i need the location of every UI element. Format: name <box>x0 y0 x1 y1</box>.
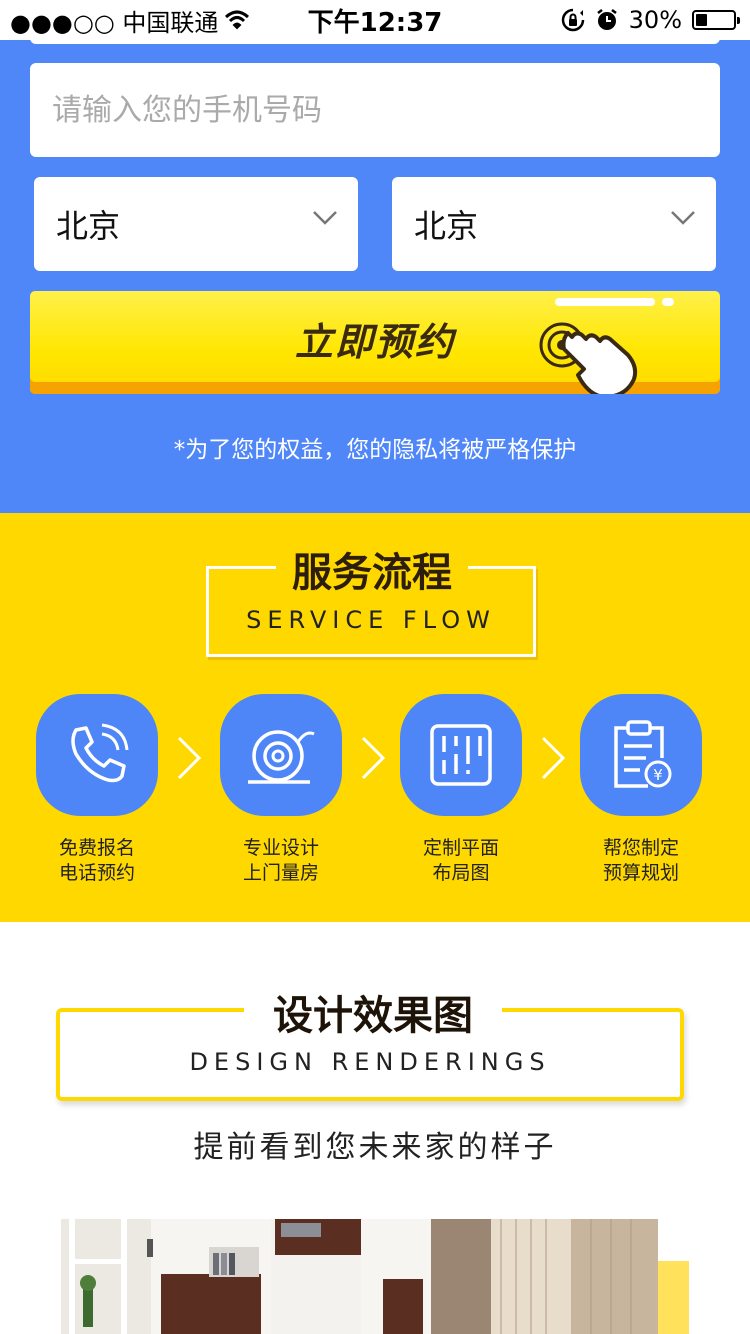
budget-clipboard-icon: ¥ <box>614 720 672 788</box>
privacy-note: *为了您的权益，您的隐私将被严格保护 <box>173 437 577 463</box>
chevron-down-icon <box>671 211 695 225</box>
city-select-value: 北京 <box>414 207 479 245</box>
province-select[interactable]: 北京 <box>34 177 358 271</box>
decorative-block <box>657 1261 689 1334</box>
step-label: 帮您制定 预算规划 <box>602 837 679 884</box>
carrier-label: ●●●○○ 中国联通 <box>10 8 219 37</box>
phone-icon <box>71 723 129 783</box>
step-label: 定制平面 布局图 <box>422 837 499 884</box>
chevron-right-icon <box>177 736 202 780</box>
status-bar: ●●●○○ 中国联通 下午12:37 30% <box>0 0 750 40</box>
button-shine <box>555 298 655 306</box>
chevron-right-icon <box>541 736 566 780</box>
design-renderings-tagline: 提前看到您未来家的样子 <box>193 1130 557 1165</box>
step-phone <box>36 694 158 816</box>
floor-plan-icon <box>430 724 492 786</box>
step-floor-plan <box>400 694 522 816</box>
step-measure <box>220 694 342 816</box>
service-flow-subtitle: SERVICE FLOW <box>246 606 496 634</box>
button-shine <box>662 298 674 306</box>
tap-hand-icon <box>539 322 638 394</box>
alarm-icon <box>596 9 617 30</box>
step-budget: ¥ <box>580 694 702 816</box>
battery-icon <box>692 10 740 30</box>
step-label: 免费报名 电话预约 <box>58 837 135 884</box>
design-renderings-title: 设计效果图 <box>244 986 502 1046</box>
city-select[interactable]: 北京 <box>392 177 716 271</box>
svg-text:¥: ¥ <box>653 766 663 784</box>
book-now-label: 立即预约 <box>294 320 455 364</box>
wifi-icon <box>225 10 250 30</box>
design-renderings-subtitle: DESIGN RENDERINGS <box>189 1048 551 1076</box>
chevron-right-icon <box>361 736 386 780</box>
province-select-value: 北京 <box>56 207 121 245</box>
battery-percent: 30% <box>628 6 682 34</box>
step-label: 专业设计 上门量房 <box>242 837 319 884</box>
tape-measure-icon <box>248 730 315 784</box>
chevron-down-icon <box>313 211 337 225</box>
service-flow-title: 服务流程 <box>276 546 468 600</box>
interior-rendering-image <box>61 1219 658 1334</box>
booking-form-section: 北京 北京 立即预约 *为了您的权益，您的隐私将被严格保护 <box>0 0 750 513</box>
phone-number-input[interactable] <box>30 63 720 157</box>
rendering-image[interactable] <box>61 1219 658 1334</box>
book-now-button[interactable]: 立即预约 <box>30 291 720 394</box>
battery-level <box>696 14 707 26</box>
rotation-lock-icon <box>561 8 584 32</box>
